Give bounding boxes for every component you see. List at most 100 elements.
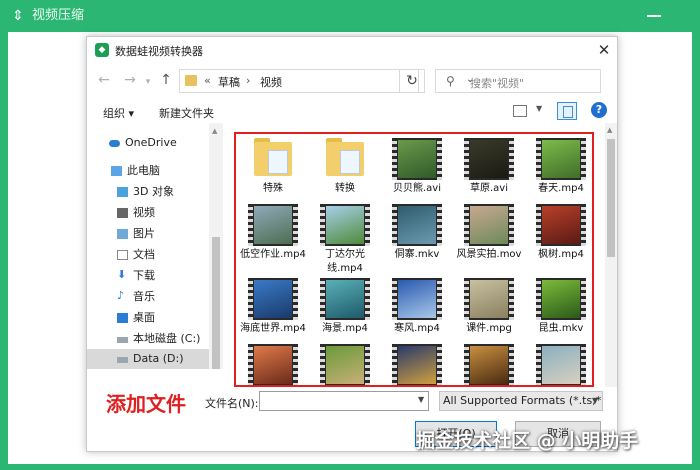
breadcrumb-separator: › bbox=[246, 74, 251, 87]
video-thumbnail bbox=[392, 138, 442, 180]
3d-objects-icon bbox=[117, 187, 128, 197]
sidebar-item-label: 图片 bbox=[133, 227, 155, 240]
sidebar-item-label: 此电脑 bbox=[127, 164, 160, 177]
folder-icon bbox=[185, 75, 197, 86]
sidebar-item-label: 桌面 bbox=[133, 311, 155, 324]
back-arrow-icon[interactable]: ← bbox=[95, 71, 113, 89]
compress-icon: ⇕ bbox=[12, 8, 24, 24]
video-thumbnail bbox=[392, 278, 442, 320]
preview-pane-button[interactable] bbox=[557, 102, 577, 120]
video-thumbnail bbox=[248, 204, 298, 246]
sidebar-item-videos[interactable]: 视频 bbox=[87, 203, 209, 223]
address-bar[interactable]: « 草稿 › 视频 ⌄ bbox=[179, 69, 474, 93]
help-icon[interactable]: ? bbox=[591, 102, 607, 118]
file-name-label: 草原.avi bbox=[469, 183, 508, 194]
video-thumbnail bbox=[536, 204, 586, 246]
view-dropdown-icon[interactable]: ▼ bbox=[536, 104, 542, 113]
video-thumbnail bbox=[464, 344, 514, 385]
scrollbar-thumb[interactable] bbox=[212, 237, 220, 369]
file-name-label: 枫树.mp4 bbox=[538, 249, 584, 260]
sidebar-item-label: 文档 bbox=[133, 248, 155, 261]
file-name-label: 海底世界.mp4 bbox=[240, 323, 306, 334]
file-name-label: 风景实拍.mov bbox=[456, 249, 522, 260]
file-name-label: 贝贝熊.avi bbox=[392, 183, 441, 194]
filename-field[interactable]: ▼ bbox=[259, 391, 429, 411]
dialog-titlebar: ◆ 数据蛙视频转换器 ✕ bbox=[87, 37, 617, 63]
file-list-scrollbar[interactable]: ▲ bbox=[605, 123, 617, 387]
video-thumbnail bbox=[320, 204, 370, 246]
drive-icon bbox=[117, 357, 128, 363]
sidebar-scrollbar[interactable]: ▲ bbox=[209, 123, 223, 369]
organize-menu[interactable]: 组织 ▾ bbox=[103, 105, 134, 121]
file-list: 特殊 转换 贝贝熊.avi 草原.avi 春天.mp4 低空作业.mp4 丁达尔光线.mp4… bbox=[234, 132, 594, 387]
sidebar-item-drive-c[interactable]: 本地磁盘 (C:) bbox=[87, 329, 209, 349]
video-thumbnail bbox=[464, 278, 514, 320]
sidebar-item-label: 音乐 bbox=[133, 290, 155, 303]
sidebar-item-3d-objects[interactable]: 3D 对象 bbox=[87, 182, 209, 202]
video-thumbnail bbox=[464, 138, 514, 180]
recent-dropdown-icon[interactable]: ▾ bbox=[139, 73, 157, 91]
desktop-icon bbox=[117, 313, 128, 323]
drive-icon bbox=[117, 337, 128, 343]
scroll-up-icon[interactable]: ▲ bbox=[212, 127, 217, 135]
videos-icon bbox=[117, 208, 128, 218]
dialog-title: 数据蛙视频转换器 bbox=[115, 45, 203, 58]
minimize-button[interactable] bbox=[647, 15, 661, 17]
cloud-icon bbox=[109, 140, 120, 147]
file-name-label: 课件.mpg bbox=[466, 323, 512, 334]
sidebar-item-label: 本地磁盘 (C:) bbox=[133, 332, 201, 345]
app-logo-icon: ◆ bbox=[95, 43, 109, 57]
computer-icon bbox=[111, 166, 122, 176]
up-arrow-icon[interactable]: ↑ bbox=[157, 71, 175, 89]
file-name-label: 转换 bbox=[335, 183, 355, 194]
video-thumbnail bbox=[464, 204, 514, 246]
app-frame-bottom bbox=[0, 464, 700, 470]
video-thumbnail bbox=[320, 278, 370, 320]
sidebar-item-music[interactable]: ♪ 音乐 bbox=[87, 287, 209, 307]
video-thumbnail bbox=[536, 278, 586, 320]
chevron-down-icon[interactable]: ▼ bbox=[592, 392, 598, 410]
close-icon[interactable]: ✕ bbox=[595, 41, 613, 59]
forward-arrow-icon[interactable]: → bbox=[121, 71, 139, 89]
sidebar-item-onedrive[interactable]: OneDrive bbox=[87, 133, 209, 153]
sidebar-item-label: OneDrive bbox=[125, 136, 177, 149]
sidebar-item-pictures[interactable]: 图片 bbox=[87, 224, 209, 244]
navigation-pane: OneDrive 此电脑 3D 对象 视频 图片 文档 ⬇ 下载 ♪ 音乐 桌面… bbox=[87, 123, 223, 369]
video-thumbnail bbox=[320, 344, 370, 385]
search-input[interactable]: ⚲ 搜索"视频" bbox=[435, 69, 601, 93]
app-frame-left bbox=[0, 32, 8, 470]
sidebar-item-drive-d[interactable]: Data (D:) bbox=[87, 349, 209, 369]
sidebar-item-desktop[interactable]: 桌面 bbox=[87, 308, 209, 328]
sidebar-item-label: Data (D:) bbox=[133, 352, 184, 365]
search-placeholder: 搜索"视频" bbox=[470, 77, 525, 90]
video-thumbnail bbox=[392, 344, 442, 385]
breadcrumb-videos[interactable]: 视频 bbox=[260, 74, 282, 90]
file-name-label: 昆虫.mkv bbox=[538, 323, 584, 334]
sidebar-item-label: 下载 bbox=[133, 269, 155, 282]
app-frame-right bbox=[692, 32, 700, 470]
video-thumbnail bbox=[536, 344, 586, 385]
toolbar: 组织 ▾ 新建文件夹 ▼ ? bbox=[87, 101, 617, 123]
file-name-label: 丁达尔光线.mp4 bbox=[325, 249, 365, 274]
folder-icon bbox=[248, 138, 298, 180]
sidebar-item-this-pc[interactable]: 此电脑 bbox=[87, 161, 209, 181]
download-icon: ⬇ bbox=[117, 268, 127, 281]
app-title: 视频压缩 bbox=[32, 8, 85, 23]
sidebar-item-downloads[interactable]: ⬇ 下载 bbox=[87, 266, 209, 286]
breadcrumb-drafts[interactable]: 草稿 bbox=[218, 74, 240, 90]
chevron-down-icon[interactable]: ▼ bbox=[418, 395, 424, 404]
file-name-label: 侗寨.mkv bbox=[394, 249, 440, 260]
file-name-label: 海景.mp4 bbox=[322, 323, 368, 334]
scroll-up-icon[interactable]: ▲ bbox=[607, 126, 612, 134]
new-folder-button[interactable]: 新建文件夹 bbox=[159, 105, 214, 121]
file-type-select[interactable]: All Supported Formats (*.ts;* ▼ bbox=[439, 391, 603, 411]
sidebar-item-documents[interactable]: 文档 bbox=[87, 245, 209, 265]
file-name-label: 低空作业.mp4 bbox=[240, 249, 306, 260]
refresh-button[interactable]: ↻ bbox=[399, 69, 425, 93]
music-icon: ♪ bbox=[117, 289, 125, 302]
scrollbar-thumb[interactable] bbox=[607, 139, 615, 257]
add-file-annotation: 添加文件 bbox=[106, 392, 186, 416]
view-mode-icon[interactable] bbox=[513, 105, 527, 117]
watermark: 掘金技术社区 @ 小明助手 bbox=[416, 430, 639, 452]
sidebar-item-label: 视频 bbox=[133, 206, 155, 219]
